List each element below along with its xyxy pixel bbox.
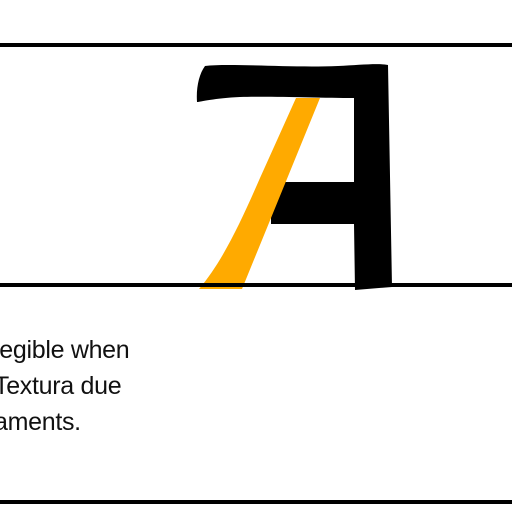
baseline-line xyxy=(0,283,512,287)
letter-a-glyph-icon xyxy=(196,64,392,290)
caption-text: legible when Textura due aments. xyxy=(0,332,234,440)
caption-line-3: aments. xyxy=(0,408,81,436)
specimen-panel: legible when Textura due aments. xyxy=(0,0,512,512)
bottom-divider xyxy=(0,500,512,504)
caption-line-1: legible when xyxy=(0,336,130,364)
caption-line-2: Textura due xyxy=(0,372,122,400)
